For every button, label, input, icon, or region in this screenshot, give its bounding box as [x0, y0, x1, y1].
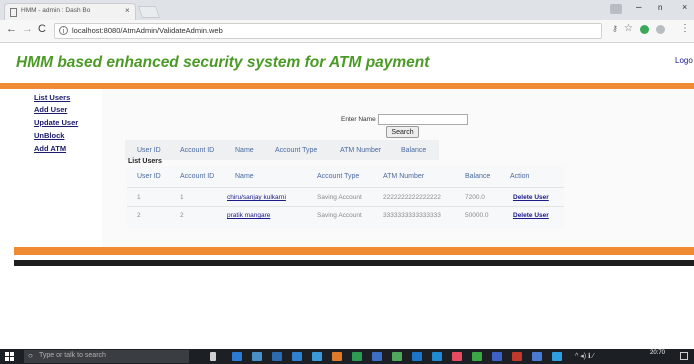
bookmark-star-icon[interactable]: ☆ — [624, 23, 633, 34]
windows-start-icon[interactable] — [5, 352, 14, 361]
strip-col-atm-number: ATM Number — [340, 147, 382, 154]
cell-name-link[interactable]: chiru/sanjay kulkarni — [227, 194, 286, 201]
delete-user-button[interactable]: Delete User — [513, 212, 549, 219]
new-tab-button[interactable] — [137, 6, 161, 18]
app-icon[interactable] — [352, 352, 362, 361]
strip-col-user-id: User ID — [137, 147, 161, 154]
strip-col-account-id: Account ID — [180, 147, 215, 154]
enter-name-label: Enter Name — [341, 116, 376, 123]
cell-account-type: Saving Account — [317, 194, 362, 201]
column-header-user-id: User ID — [137, 173, 161, 180]
app-icon[interactable] — [272, 352, 282, 361]
clock[interactable]: 20:70 — [650, 350, 665, 356]
browser-tab[interactable]: HMM - admin : Dash Bo × — [4, 3, 136, 20]
file-explorer-icon[interactable] — [292, 352, 302, 361]
cell-atm-number: 2222222222222222 — [383, 194, 441, 201]
table-row: 1 1 chiru/sanjay kulkarni Saving Account… — [127, 188, 564, 206]
app-icon[interactable] — [332, 352, 342, 361]
page-title: HMM based enhanced security system for A… — [16, 54, 430, 71]
sidebar-item-update-user[interactable]: Update User — [34, 118, 78, 127]
extension-icon[interactable] — [640, 25, 649, 34]
logout-link[interactable]: Logo — [675, 56, 693, 65]
address-bar: ← → C i localhost:8080/AtmAdmin/Validate… — [0, 20, 694, 43]
app-icon[interactable] — [552, 352, 562, 361]
sidebar: List Users Add User Update User UnBlock … — [14, 89, 100, 247]
strip-col-name: Name — [235, 147, 254, 154]
url-input[interactable]: i localhost:8080/AtmAdmin/ValidateAdmin.… — [54, 23, 602, 39]
app-icon[interactable] — [532, 352, 542, 361]
cell-account-type: Saving Account — [317, 212, 362, 219]
browser-menu-icon[interactable]: ⋮ — [680, 23, 690, 34]
forward-icon[interactable]: → — [22, 23, 33, 35]
app-icon[interactable] — [412, 352, 422, 361]
browser-tab-bar: HMM - admin : Dash Bo × – n × — [0, 0, 694, 20]
edge-browser-icon[interactable] — [232, 352, 242, 361]
chrome-icon[interactable] — [472, 352, 482, 361]
app-icon[interactable] — [372, 352, 382, 361]
cell-atm-number: 3333333333333333 — [383, 212, 441, 219]
app-icon[interactable] — [452, 352, 462, 361]
tab-title: HMM - admin : Dash Bo — [21, 7, 91, 14]
maximize-icon[interactable]: n — [658, 3, 662, 12]
cell-account-id: 2 — [180, 212, 184, 219]
column-header-atm-number: ATM Number — [383, 173, 425, 180]
column-header-account-type: Account Type — [317, 173, 360, 180]
app-icon[interactable] — [312, 352, 322, 361]
info-icon[interactable]: i — [59, 26, 68, 35]
reload-icon[interactable]: C — [38, 23, 46, 35]
os-taskbar: ○ Type or talk to search ^ ◂) ℹ︎ ⁄ 20:70 — [0, 349, 694, 364]
notifications-icon[interactable] — [680, 352, 688, 360]
users-header-strip: User ID Account ID Name Account Type ATM… — [125, 140, 439, 160]
page-icon — [10, 8, 17, 17]
store-icon[interactable] — [252, 352, 262, 361]
app-icon[interactable] — [492, 352, 502, 361]
cell-account-id: 1 — [180, 194, 184, 201]
url-text: localhost:8080/AtmAdmin/ValidateAdmin.we… — [72, 26, 223, 35]
table-row: 2 2 pratik mangare Saving Account 333333… — [127, 207, 564, 225]
tab-close-icon[interactable]: × — [125, 6, 130, 15]
cell-balance: 50000.0 — [465, 212, 489, 219]
profile-icon[interactable] — [610, 4, 622, 14]
column-header-account-id: Account ID — [180, 173, 215, 180]
app-icon[interactable] — [512, 352, 522, 361]
minimize-icon[interactable]: – — [636, 2, 642, 13]
search-button[interactable]: Search — [386, 126, 419, 138]
cell-balance: 7200.0 — [465, 194, 485, 201]
taskbar-search-input[interactable]: ○ Type or talk to search — [24, 350, 189, 363]
task-view-icon[interactable] — [210, 352, 216, 361]
search-placeholder: Type or talk to search — [39, 352, 106, 359]
column-header-action: Action — [510, 173, 530, 180]
app-icon[interactable] — [392, 352, 402, 361]
back-icon[interactable]: ← — [6, 23, 17, 35]
footer-rule — [14, 260, 694, 266]
column-header-balance: Balance — [465, 173, 491, 180]
sidebar-item-list-users[interactable]: List Users — [34, 93, 70, 102]
sidebar-item-add-user[interactable]: Add User — [34, 105, 67, 114]
footer-bar — [14, 247, 694, 255]
window-close-icon[interactable]: × — [682, 2, 687, 12]
cell-user-id: 1 — [137, 194, 141, 201]
strip-col-account-type: Account Type — [275, 147, 318, 154]
name-search-input[interactable] — [378, 114, 468, 125]
cell-name-link[interactable]: pratik mangare — [227, 212, 270, 219]
column-header-name: Name — [235, 173, 254, 180]
section-title: List Users — [128, 158, 162, 165]
sidebar-item-add-atm[interactable]: Add ATM — [34, 144, 66, 153]
search-icon: ○ — [28, 351, 33, 360]
extension-icon[interactable] — [656, 25, 665, 34]
app-icon[interactable] — [432, 352, 442, 361]
cell-user-id: 2 — [137, 212, 141, 219]
delete-user-button[interactable]: Delete User — [513, 194, 549, 201]
users-table: User ID Account ID Name Account Type ATM… — [127, 166, 564, 228]
key-icon[interactable]: ⚷ — [612, 24, 618, 33]
sidebar-item-unblock[interactable]: UnBlock — [34, 131, 64, 140]
system-tray[interactable]: ^ ◂) ℹ︎ ⁄ — [575, 352, 594, 360]
strip-col-balance: Balance — [401, 147, 427, 154]
